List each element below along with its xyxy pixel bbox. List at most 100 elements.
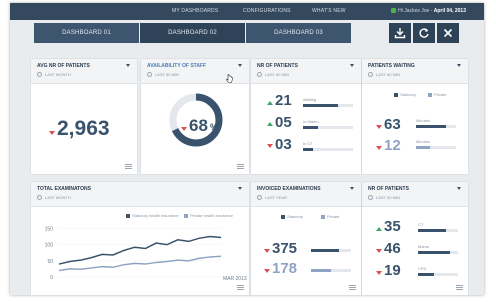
y-tick-label: 150	[45, 226, 54, 232]
progress-bar	[416, 146, 456, 149]
progress-bar	[418, 273, 458, 276]
user-info[interactable]: Hi Jackes Joe - April 04, 2013	[391, 8, 466, 14]
in-ct-value: 03	[275, 136, 292, 153]
tab-dashboard-03[interactable]: DASHBOARD 03	[246, 23, 351, 43]
trend-down-icon	[264, 249, 270, 253]
download-icon	[394, 28, 406, 39]
card-dropdown-caret-icon[interactable]	[350, 187, 354, 190]
series-line-2	[58, 255, 222, 272]
card-period-label: LAST 60 MIN	[155, 72, 179, 77]
cpd-value: 19	[384, 262, 401, 279]
clock-icon	[257, 72, 262, 77]
legend-swatch	[281, 215, 285, 219]
examinations-line-chart: 0 50 100 150 MAR 2013	[45, 226, 247, 282]
trend-down-icon	[267, 144, 273, 148]
card-header: NR OF PATIENTS LAST 60 MIN	[362, 182, 468, 207]
legend-statutory: Statutory	[281, 214, 303, 219]
refresh-button[interactable]	[413, 23, 435, 43]
card-dropdown-caret-icon[interactable]	[457, 187, 461, 190]
tab-dashboard-01[interactable]: DASHBOARD 01	[34, 23, 139, 43]
card-dropdown-caret-icon[interactable]	[238, 64, 242, 67]
card-invoiced-examinations: INVOICED EXAMINATIONS LAST YEAR Statutor…	[251, 182, 361, 295]
card-period: LAST MONTH	[37, 72, 71, 77]
nav-whats-new[interactable]: WHAT'S NEW	[312, 8, 346, 14]
card-period-label: LAST 60 MIN	[265, 72, 289, 77]
private-wait-value: 12	[384, 137, 401, 154]
close-button[interactable]	[437, 23, 459, 43]
card-nr-patients: NR OF PATIENTS LAST 60 MIN 21 Waiting 05…	[251, 59, 361, 174]
trend-down-icon	[181, 127, 187, 131]
ct-label: CT	[418, 222, 424, 227]
card-title: INVOICED EXAMINATIONS	[257, 186, 321, 192]
card-period-label: LAST 60 MIN	[376, 195, 400, 200]
card-title: AVAILABILITY OF STAFF	[147, 63, 207, 69]
trend-down-icon	[376, 271, 382, 275]
in-ct-label: In CT	[303, 141, 313, 146]
progress-fill	[416, 146, 430, 149]
card-menu-icon[interactable]	[349, 285, 356, 290]
card-period: LAST 60 MIN	[257, 72, 289, 77]
staff-value: 68	[189, 116, 208, 135]
card-header: NR OF PATIENTS LAST 60 MIN	[251, 59, 361, 84]
private-invoiced-value: 178	[272, 260, 298, 277]
nav-my-dashboards[interactable]: MY DASHBOARDS	[172, 8, 218, 14]
card-period: LAST 60 MIN	[368, 195, 400, 200]
dashboard-window: MY DASHBOARDS CONFIGURATIONS WHAT'S NEW …	[10, 3, 484, 295]
legend-label: Statutory	[400, 92, 417, 97]
progress-fill	[303, 126, 318, 129]
card-period-label: LAST MONTH	[45, 72, 71, 77]
series-line-1	[58, 235, 222, 265]
waiting-label: Waiting	[303, 97, 317, 102]
staff-unit: %	[210, 122, 219, 132]
tab-dashboard-02[interactable]: DASHBOARD 02	[140, 23, 245, 43]
trend-down-icon	[49, 131, 55, 135]
legend-label: Statutory	[287, 214, 304, 219]
card-menu-icon[interactable]	[456, 285, 463, 290]
waiting-value: 21	[275, 92, 292, 109]
user-greeting: Hi Jackes Joe -	[398, 8, 433, 14]
card-period: LAST YEAR	[257, 195, 287, 200]
progress-fill	[303, 104, 338, 107]
ct-value: 35	[384, 218, 401, 235]
progress-fill	[303, 148, 313, 151]
legend-swatch	[428, 93, 432, 97]
nav-configurations[interactable]: CONFIGURATIONS	[243, 8, 291, 14]
clock-icon	[257, 195, 262, 200]
top-nav-bar: MY DASHBOARDS CONFIGURATIONS WHAT'S NEW …	[10, 3, 484, 20]
progress-fill	[418, 273, 434, 276]
clock-icon	[37, 72, 42, 77]
statutory-invoiced-value: 375	[272, 240, 298, 257]
private-wait-label: Minutes	[416, 139, 431, 144]
clock-icon	[147, 72, 152, 77]
progress-bar	[311, 249, 351, 252]
clock-icon	[368, 195, 373, 200]
legend-swatch	[321, 215, 325, 219]
card-dropdown-caret-icon[interactable]	[457, 64, 461, 67]
progress-fill	[418, 251, 450, 254]
card-patients-waiting: PATIENTS WAITING LAST 60 MIN Statutory P…	[362, 59, 468, 174]
card-header: AVG NR OF PATIENTS LAST MONTH	[31, 59, 137, 84]
card-dropdown-caret-icon[interactable]	[350, 64, 354, 67]
progress-fill	[311, 249, 339, 252]
progress-bar	[418, 251, 458, 254]
card-title: PATIENTS WAITING	[368, 63, 415, 69]
download-button[interactable]	[389, 23, 411, 43]
card-menu-icon[interactable]	[237, 285, 244, 290]
legend-private: Private	[321, 214, 339, 219]
card-dropdown-caret-icon[interactable]	[126, 64, 130, 67]
progress-fill	[418, 229, 446, 232]
progress-fill	[416, 125, 446, 128]
card-menu-icon[interactable]	[237, 164, 244, 169]
trend-down-icon	[376, 249, 382, 253]
clock-icon	[368, 72, 373, 77]
card-period: LAST 60 MIN	[147, 72, 179, 77]
y-tick-label: 50	[47, 259, 53, 265]
progress-fill	[311, 269, 331, 272]
card-menu-icon[interactable]	[125, 164, 132, 169]
x-tick-label: MAR 2013	[223, 276, 247, 282]
trend-up-icon	[267, 101, 273, 105]
trend-down-icon	[376, 125, 382, 129]
card-title: NR OF PATIENTS	[257, 63, 298, 69]
mamo-value: 46	[384, 240, 401, 257]
card-header: INVOICED EXAMINATIONS LAST YEAR	[251, 182, 361, 207]
